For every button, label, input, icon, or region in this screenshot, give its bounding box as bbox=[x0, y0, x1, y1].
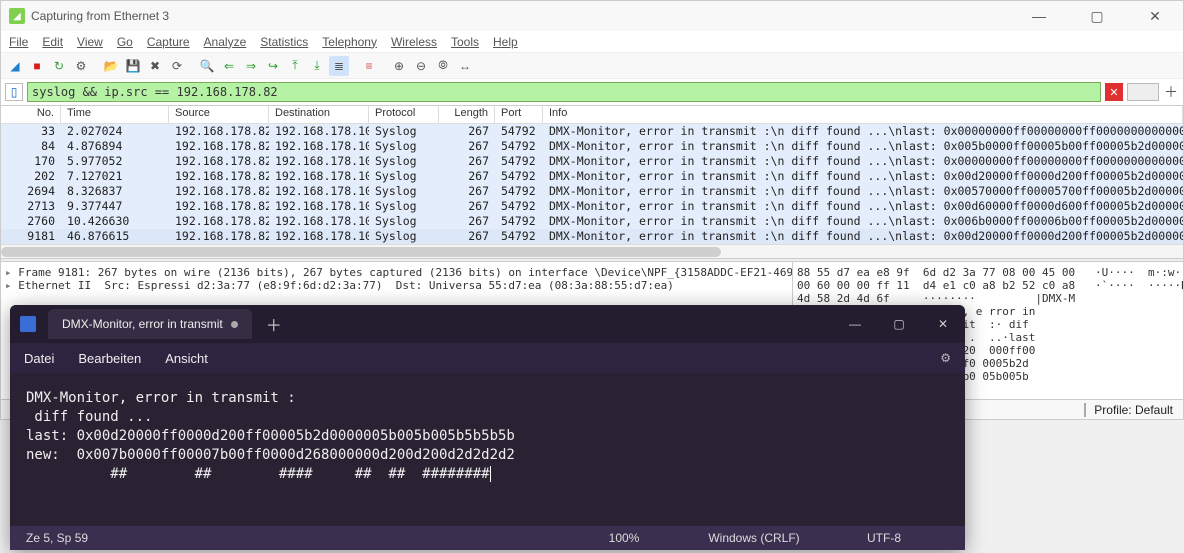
table-row[interactable]: 918146.876615192.168.178.82192.168.178.1… bbox=[1, 229, 1183, 244]
menu-tools[interactable]: Tools bbox=[451, 35, 479, 49]
menu-go[interactable]: Go bbox=[117, 35, 133, 49]
np-text-area[interactable]: DMX-Monitor, error in transmit : diff fo… bbox=[10, 373, 965, 499]
packet-list-header: No. Time Source Destination Protocol Len… bbox=[1, 106, 1183, 124]
col-no[interactable]: No. bbox=[1, 106, 61, 123]
minimize-button[interactable]: — bbox=[1019, 8, 1059, 25]
filterbar: ▯ ✕ ＋ bbox=[1, 79, 1183, 105]
open-file-icon[interactable]: 📂 bbox=[101, 56, 121, 76]
wireshark-icon: ◢ bbox=[9, 8, 25, 24]
resize-columns-icon[interactable]: ↔ bbox=[455, 56, 475, 76]
np-close-button[interactable]: ✕ bbox=[921, 305, 965, 343]
go-forward-icon[interactable]: ⇒ bbox=[241, 56, 261, 76]
packet-list: No. Time Source Destination Protocol Len… bbox=[1, 105, 1183, 258]
restart-capture-icon[interactable]: ↻ bbox=[49, 56, 69, 76]
go-last-icon[interactable]: ⤓ bbox=[307, 56, 327, 76]
menu-statistics[interactable]: Statistics bbox=[260, 35, 308, 49]
np-menu-file[interactable]: Datei bbox=[24, 351, 54, 366]
np-encoding: UTF-8 bbox=[819, 531, 949, 545]
col-destination[interactable]: Destination bbox=[269, 106, 369, 123]
find-packet-icon[interactable]: 🔍 bbox=[197, 56, 217, 76]
maximize-button[interactable]: ▢ bbox=[1077, 8, 1117, 25]
capture-options-icon[interactable]: ⚙ bbox=[71, 56, 91, 76]
close-button[interactable]: ✕ bbox=[1135, 8, 1175, 25]
filter-apply-dropdown[interactable] bbox=[1127, 83, 1159, 101]
display-filter-input[interactable] bbox=[27, 82, 1101, 102]
close-file-icon[interactable]: ✖ bbox=[145, 56, 165, 76]
bookmark-filter-icon[interactable]: ▯ bbox=[5, 83, 23, 101]
menu-analyze[interactable]: Analyze bbox=[204, 35, 247, 49]
menu-telephony[interactable]: Telephony bbox=[322, 35, 377, 49]
h-scrollbar[interactable] bbox=[1, 244, 1183, 258]
unsaved-dot-icon bbox=[231, 321, 238, 328]
np-settings-icon[interactable]: ⚙ bbox=[940, 351, 951, 365]
np-tab[interactable]: DMX-Monitor, error in transmit bbox=[48, 309, 252, 339]
zoom-in-icon[interactable]: ⊕ bbox=[389, 56, 409, 76]
clear-filter-button[interactable]: ✕ bbox=[1105, 83, 1123, 101]
go-first-icon[interactable]: ⤒ bbox=[285, 56, 305, 76]
titlebar: ◢ Capturing from Ethernet 3 — ▢ ✕ bbox=[1, 1, 1183, 31]
np-minimize-button[interactable]: — bbox=[833, 305, 877, 343]
np-menubar: Datei Bearbeiten Ansicht ⚙ bbox=[10, 343, 965, 373]
zoom-out-icon[interactable]: ⊖ bbox=[411, 56, 431, 76]
np-tab-title: DMX-Monitor, error in transmit bbox=[62, 317, 223, 331]
toolbar: ◢ ■ ↻ ⚙ 📂 💾 ✖ ⟳ 🔍 ⇐ ⇒ ↪ ⤒ ⤓ ≣ ≡ ⊕ ⊖ ⦾ ↔ bbox=[1, 53, 1183, 79]
save-icon[interactable]: 💾 bbox=[123, 56, 143, 76]
menu-edit[interactable]: Edit bbox=[42, 35, 63, 49]
np-eol: Windows (CRLF) bbox=[689, 531, 819, 545]
menu-view[interactable]: View bbox=[77, 35, 103, 49]
stop-capture-icon[interactable]: ■ bbox=[27, 56, 47, 76]
col-length[interactable]: Length bbox=[439, 106, 495, 123]
table-row[interactable]: 276010.426630192.168.178.82192.168.178.1… bbox=[1, 214, 1183, 229]
col-time[interactable]: Time bbox=[61, 106, 169, 123]
menu-help[interactable]: Help bbox=[493, 35, 518, 49]
table-row[interactable]: 1705.977052192.168.178.82192.168.178.10S… bbox=[1, 154, 1183, 169]
np-cursor-pos: Ze 5, Sp 59 bbox=[26, 531, 88, 545]
menubar: File Edit View Go Capture Analyze Statis… bbox=[1, 31, 1183, 53]
start-capture-icon[interactable]: ◢ bbox=[5, 56, 25, 76]
col-source[interactable]: Source bbox=[169, 106, 269, 123]
auto-scroll-icon[interactable]: ≣ bbox=[329, 56, 349, 76]
col-info[interactable]: Info bbox=[543, 106, 1183, 123]
np-zoom: 100% bbox=[559, 531, 689, 545]
table-row[interactable]: 332.027024192.168.178.82192.168.178.10Sy… bbox=[1, 124, 1183, 139]
np-statusbar: Ze 5, Sp 59 100% Windows (CRLF) UTF-8 bbox=[10, 526, 965, 550]
menu-wireless[interactable]: Wireless bbox=[391, 35, 437, 49]
np-menu-edit[interactable]: Bearbeiten bbox=[78, 351, 141, 366]
add-filter-button[interactable]: ＋ bbox=[1163, 82, 1179, 102]
menu-file[interactable]: File bbox=[9, 35, 28, 49]
go-to-packet-icon[interactable]: ↪ bbox=[263, 56, 283, 76]
notepad-icon bbox=[20, 316, 36, 332]
np-new-tab-button[interactable]: ＋ bbox=[266, 312, 282, 336]
colorize-icon[interactable]: ≡ bbox=[359, 56, 379, 76]
profile-indicator[interactable]: Profile: Default bbox=[1084, 403, 1173, 417]
reload-icon[interactable]: ⟳ bbox=[167, 56, 187, 76]
table-row[interactable]: 844.876894192.168.178.82192.168.178.10Sy… bbox=[1, 139, 1183, 154]
np-menu-view[interactable]: Ansicht bbox=[165, 351, 208, 366]
go-back-icon[interactable]: ⇐ bbox=[219, 56, 239, 76]
table-row[interactable]: 2027.127021192.168.178.82192.168.178.10S… bbox=[1, 169, 1183, 184]
window-title: Capturing from Ethernet 3 bbox=[31, 9, 1019, 23]
table-row[interactable]: 26948.326837192.168.178.82192.168.178.10… bbox=[1, 184, 1183, 199]
table-row[interactable]: 27139.377447192.168.178.82192.168.178.10… bbox=[1, 199, 1183, 214]
notepad-window: DMX-Monitor, error in transmit ＋ — ▢ ✕ D… bbox=[10, 305, 965, 550]
zoom-reset-icon[interactable]: ⦾ bbox=[433, 56, 453, 76]
menu-capture[interactable]: Capture bbox=[147, 35, 190, 49]
col-port[interactable]: Port bbox=[495, 106, 543, 123]
col-protocol[interactable]: Protocol bbox=[369, 106, 439, 123]
np-maximize-button[interactable]: ▢ bbox=[877, 305, 921, 343]
np-titlebar: DMX-Monitor, error in transmit ＋ — ▢ ✕ bbox=[10, 305, 965, 343]
